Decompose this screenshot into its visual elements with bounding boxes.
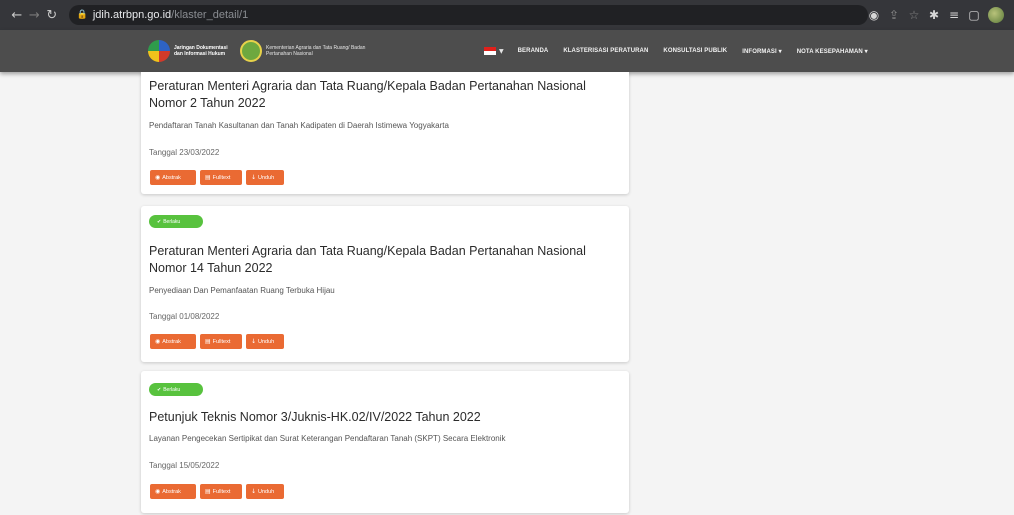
- reload-icon[interactable]: ↻: [43, 8, 61, 23]
- puzzle-extensions-icon[interactable]: ✱: [928, 8, 940, 22]
- check-icon: ✔: [157, 218, 162, 225]
- menu-item-nota-kesepahaman[interactable]: NOTA KESEPAHAMAN ▾: [797, 48, 868, 55]
- abstrak-label: Abstrak: [162, 174, 181, 181]
- regulation-date: Tanggal 15/05/2022: [149, 461, 220, 470]
- unduh-button[interactable]: ↓ Unduh: [246, 484, 284, 499]
- extension-icon[interactable]: ◉: [868, 8, 880, 22]
- unduh-button[interactable]: ↓ Unduh: [246, 334, 284, 349]
- fulltext-button[interactable]: ▤ Fulltext: [200, 334, 242, 349]
- eye-icon: ◉: [155, 338, 161, 345]
- chevron-down-icon[interactable]: ▼: [499, 48, 504, 55]
- abstrak-button[interactable]: ◉ Abstrak: [150, 334, 196, 349]
- bookmark-star-icon[interactable]: ☆: [908, 8, 920, 22]
- regulation-subtitle: Layanan Pengecekan Sertipikat dan Surat …: [149, 434, 506, 443]
- document-icon: ▤: [205, 174, 211, 181]
- check-icon: ✔: [157, 386, 162, 393]
- unduh-label: Unduh: [258, 488, 275, 495]
- abstrak-button[interactable]: ◉ Abstrak: [150, 170, 196, 185]
- fulltext-label: Fulltext: [212, 488, 231, 495]
- menu-item-informasi[interactable]: INFORMASI ▾: [742, 48, 781, 55]
- menu-item-beranda[interactable]: BERANDA: [518, 48, 549, 54]
- document-icon: ▤: [205, 338, 211, 345]
- status-badge: ✔ Berlaku: [149, 215, 203, 228]
- regulation-date: Tanggal 01/08/2022: [149, 312, 220, 321]
- unduh-label: Unduh: [258, 174, 275, 181]
- download-icon: ↓: [251, 338, 257, 345]
- back-icon[interactable]: ←: [8, 8, 26, 23]
- status-badge-label: Berlaku: [163, 218, 181, 225]
- unduh-button[interactable]: ↓ Unduh: [246, 170, 284, 185]
- address-bar[interactable]: 🔒 jdih.atrbpn.go.id /klaster_detail/1: [68, 5, 869, 25]
- card-actions: ◉ Abstrak ▤ Fulltext ↓ Unduh: [150, 484, 284, 499]
- card-actions: ◉ Abstrak ▤ Fulltext ↓ Unduh: [150, 334, 284, 349]
- profile-avatar[interactable]: [988, 7, 1005, 23]
- regulation-subtitle: Penyediaan Dan Pemanfaatan Ruang Terbuka…: [149, 286, 335, 295]
- menu-item-klasterisasi-peraturan[interactable]: KLASTERISASI PERATURAN: [563, 48, 648, 54]
- reading-list-icon[interactable]: ≡: [948, 8, 960, 22]
- download-icon: ↓: [251, 174, 257, 181]
- abstrak-button[interactable]: ◉ Abstrak: [150, 484, 196, 499]
- jdih-logo-icon[interactable]: [148, 40, 170, 62]
- atr-bpn-logo-text[interactable]: Kementerian Agraria dan Tata Ruang/ Bada…: [266, 45, 376, 57]
- fulltext-label: Fulltext: [212, 338, 231, 345]
- status-badge-label: Berlaku: [163, 386, 181, 393]
- regulation-subtitle: Pendaftaran Tanah Kasultanan dan Tanah K…: [149, 121, 449, 130]
- share-icon[interactable]: ⇪: [888, 8, 900, 22]
- status-badge: ✔ Berlaku: [149, 383, 203, 396]
- download-icon: ↓: [251, 488, 257, 495]
- main-menu: BERANDA KLASTERISASI PERATURAN KONSULTAS…: [518, 48, 868, 55]
- url-host: jdih.atrbpn.go.id: [92, 9, 172, 21]
- fulltext-label: Fulltext: [212, 174, 231, 181]
- regulation-card: ✔ Berlaku Peraturan Menteri Agraria dan …: [141, 206, 629, 362]
- regulation-title[interactable]: Peraturan Menteri Agraria dan Tata Ruang…: [149, 243, 619, 277]
- site-navbar: Jaringan Dokumentasi dan Informasi Hukum…: [0, 30, 1014, 72]
- regulation-date: Tanggal 23/03/2022: [149, 148, 220, 157]
- forward-icon[interactable]: →: [26, 8, 44, 23]
- url-path: /klaster_detail/1: [171, 9, 249, 21]
- unduh-label: Unduh: [258, 338, 275, 345]
- fulltext-button[interactable]: ▤ Fulltext: [200, 484, 242, 499]
- eye-icon: ◉: [155, 488, 161, 495]
- menu-item-konsultasi-publik[interactable]: KONSULTASI PUBLIK: [663, 48, 727, 54]
- lock-icon[interactable]: 🔒: [77, 10, 88, 20]
- document-icon: ▤: [205, 488, 211, 495]
- browser-toolbar: ← → ↻ 🔒 jdih.atrbpn.go.id /klaster_detai…: [0, 0, 1014, 30]
- abstrak-label: Abstrak: [162, 488, 181, 495]
- atr-bpn-logo-icon[interactable]: [240, 40, 262, 62]
- regulation-card: ✔ Berlaku Petunjuk Teknis Nomor 3/Juknis…: [141, 371, 629, 513]
- side-panel-icon[interactable]: ▢: [968, 8, 980, 22]
- fulltext-button[interactable]: ▤ Fulltext: [200, 170, 242, 185]
- regulation-title[interactable]: Petunjuk Teknis Nomor 3/Juknis-HK.02/IV/…: [149, 409, 619, 426]
- regulation-title[interactable]: Peraturan Menteri Agraria dan Tata Ruang…: [149, 78, 619, 112]
- eye-icon: ◉: [155, 174, 161, 181]
- abstrak-label: Abstrak: [162, 338, 181, 345]
- card-actions: ◉ Abstrak ▤ Fulltext ↓ Unduh: [150, 170, 284, 185]
- jdih-logo-text[interactable]: Jaringan Dokumentasi dan Informasi Hukum: [174, 45, 234, 57]
- indonesia-flag-icon[interactable]: [484, 47, 496, 55]
- regulation-card: Peraturan Menteri Agraria dan Tata Ruang…: [141, 72, 629, 194]
